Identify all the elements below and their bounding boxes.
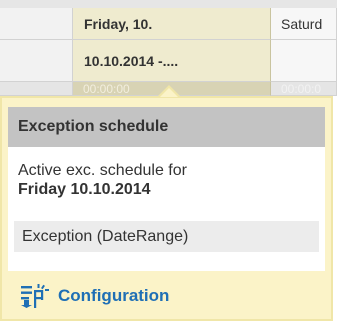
active-schedule-date: Friday 10.10.2014 xyxy=(18,181,151,198)
date-cell-saturday[interactable] xyxy=(271,40,337,82)
popup-caret-inner xyxy=(160,88,178,97)
calendar-header-row: Friday, 10. Saturd xyxy=(0,0,337,40)
time-row-label xyxy=(0,82,73,96)
calendar-date-row: 10.10.2014 -.... xyxy=(0,40,337,82)
exception-schedule-popup: Exception schedule Active exc. schedule … xyxy=(0,96,333,321)
calendar-corner-cell xyxy=(0,8,73,40)
popup-title: Exception schedule xyxy=(8,107,325,147)
date-row-label xyxy=(0,40,73,82)
day-header-saturday[interactable]: Saturd xyxy=(271,8,337,40)
active-schedule-label: Active exc. schedule for xyxy=(18,162,187,179)
day-header-friday[interactable]: Friday, 10. xyxy=(73,8,271,40)
date-cell-friday[interactable]: 10.10.2014 -.... xyxy=(73,40,271,82)
configuration-link[interactable]: Configuration xyxy=(20,284,169,308)
time-cell-saturday[interactable]: 00:00:0 xyxy=(271,82,337,96)
configuration-label[interactable]: Configuration xyxy=(58,286,169,306)
popup-body: Active exc. schedule for Friday 10.10.20… xyxy=(8,147,325,271)
exception-list-item[interactable]: Exception (DateRange) xyxy=(14,221,319,252)
configuration-icon xyxy=(20,284,50,308)
